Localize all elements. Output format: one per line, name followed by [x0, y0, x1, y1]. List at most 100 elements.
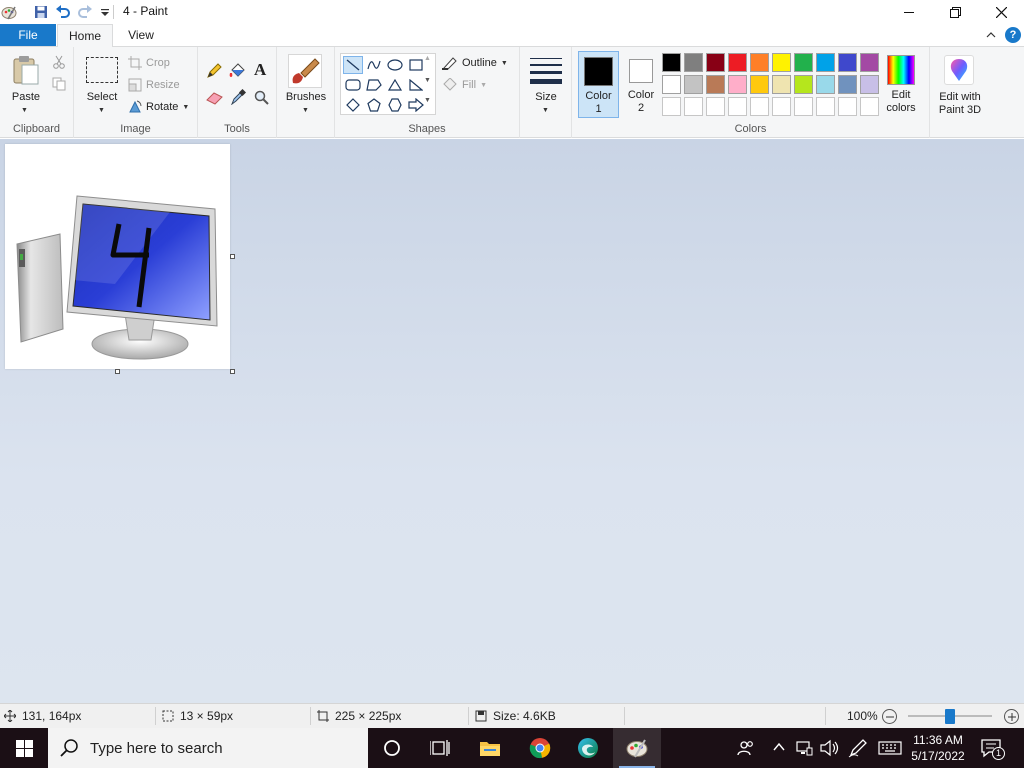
paint-taskbar-icon[interactable]	[613, 728, 661, 768]
shapes-expand-icon[interactable]: ▼	[424, 97, 431, 104]
canvas-resize-handle-corner[interactable]	[230, 369, 235, 374]
pen-workspace-icon[interactable]	[848, 738, 868, 761]
size-dropdown-icon[interactable]: ▼	[542, 107, 549, 114]
rotate-button[interactable]: Rotate ▼	[128, 100, 189, 114]
palette-color-swatch[interactable]	[706, 75, 725, 94]
palette-color-swatch[interactable]	[860, 75, 879, 94]
paint3d-label-2[interactable]: Paint 3D	[930, 104, 990, 117]
right-triangle-shape-icon[interactable]	[406, 76, 426, 94]
pencil-icon[interactable]	[206, 63, 222, 82]
shapes-scroll-down-icon[interactable]: ▼	[424, 77, 431, 84]
curve-shape-icon[interactable]	[364, 56, 384, 74]
fill-button[interactable]: Fill ▼	[442, 78, 487, 92]
palette-color-swatch[interactable]	[838, 75, 857, 94]
chrome-icon[interactable]	[516, 728, 564, 768]
triangle-shape-icon[interactable]	[385, 76, 405, 94]
custom-color-slot[interactable]	[816, 97, 835, 116]
close-button[interactable]	[978, 0, 1024, 24]
select-icon[interactable]	[86, 57, 118, 83]
line-shape-icon[interactable]	[343, 56, 363, 74]
paint3d-icon[interactable]	[944, 55, 974, 85]
palette-color-swatch[interactable]	[816, 75, 835, 94]
custom-color-slot[interactable]	[860, 97, 879, 116]
custom-color-slot[interactable]	[728, 97, 747, 116]
edge-icon[interactable]	[564, 728, 612, 768]
polygon-shape-icon[interactable]	[364, 76, 384, 94]
collapse-ribbon-icon[interactable]	[984, 28, 998, 42]
outline-button[interactable]: Outline ▼	[442, 56, 508, 70]
palette-color-swatch[interactable]	[794, 75, 813, 94]
drawing-canvas[interactable]	[5, 144, 230, 369]
volume-icon[interactable]	[820, 739, 840, 760]
customize-quick-access-icon[interactable]	[96, 3, 114, 21]
file-explorer-icon[interactable]	[466, 728, 514, 768]
start-button[interactable]	[0, 728, 48, 768]
cut-icon[interactable]	[52, 55, 66, 72]
taskbar-search-box[interactable]: Type here to search	[48, 728, 368, 768]
custom-color-slot[interactable]	[750, 97, 769, 116]
diamond-shape-icon[interactable]	[343, 96, 363, 114]
brushes-icon[interactable]	[288, 54, 322, 88]
custom-color-slot[interactable]	[772, 97, 791, 116]
size-icon[interactable]	[530, 56, 562, 86]
action-center-button[interactable]: 1	[980, 738, 1006, 760]
custom-color-slot[interactable]	[794, 97, 813, 116]
task-view-icon[interactable]	[416, 728, 464, 768]
clock[interactable]: 11:36 AM 5/17/2022	[906, 732, 970, 764]
pentagon-shape-icon[interactable]	[364, 96, 384, 114]
size-button[interactable]: Size	[524, 91, 568, 104]
paint-app-icon[interactable]	[0, 3, 18, 21]
palette-color-swatch[interactable]	[728, 53, 747, 72]
custom-color-slot[interactable]	[706, 97, 725, 116]
tab-view[interactable]: View	[118, 24, 164, 46]
crop-button[interactable]: Crop	[128, 56, 170, 70]
zoom-slider-thumb[interactable]	[945, 709, 955, 724]
custom-color-slot[interactable]	[684, 97, 703, 116]
paint3d-label-1[interactable]: Edit with	[930, 91, 990, 104]
select-dropdown-icon[interactable]: ▼	[98, 107, 105, 114]
redo-icon[interactable]	[76, 3, 94, 21]
show-hidden-icons-icon[interactable]	[772, 740, 786, 757]
palette-color-swatch[interactable]	[706, 53, 725, 72]
people-icon[interactable]	[722, 728, 770, 768]
custom-color-slot[interactable]	[662, 97, 681, 116]
arrow-shape-icon[interactable]	[406, 96, 426, 114]
cortana-icon[interactable]	[368, 728, 416, 768]
palette-color-swatch[interactable]	[728, 75, 747, 94]
canvas-workspace[interactable]	[0, 139, 1024, 703]
palette-color-swatch[interactable]	[750, 75, 769, 94]
palette-color-swatch[interactable]	[750, 53, 769, 72]
palette-color-swatch[interactable]	[662, 53, 681, 72]
paste-button[interactable]: Paste	[6, 91, 46, 104]
color-picker-icon[interactable]	[230, 88, 247, 108]
color2-button[interactable]: Color 2	[622, 51, 660, 118]
brushes-button[interactable]: Brushes	[279, 91, 333, 104]
select-button[interactable]: Select	[80, 91, 124, 104]
canvas-resize-handle-bottom[interactable]	[115, 369, 120, 374]
fill-bucket-icon[interactable]	[229, 63, 246, 82]
save-icon[interactable]	[32, 3, 50, 21]
paste-icon[interactable]	[12, 55, 40, 85]
shapes-scroll-up-icon[interactable]: ▲	[424, 55, 431, 62]
palette-color-swatch[interactable]	[816, 53, 835, 72]
color1-button[interactable]: Color 1	[578, 51, 619, 118]
eraser-icon[interactable]	[206, 91, 223, 108]
resize-button[interactable]: Resize	[128, 78, 180, 92]
palette-color-swatch[interactable]	[684, 53, 703, 72]
help-icon[interactable]: ?	[1005, 27, 1021, 43]
paste-dropdown-icon[interactable]: ▼	[21, 107, 28, 114]
tab-home[interactable]: Home	[57, 24, 113, 47]
magnifier-icon[interactable]	[254, 90, 269, 108]
zoom-in-icon[interactable]	[1004, 709, 1019, 724]
palette-color-swatch[interactable]	[684, 75, 703, 94]
tab-file[interactable]: File	[0, 24, 56, 46]
palette-color-swatch[interactable]	[860, 53, 879, 72]
restore-button[interactable]	[932, 0, 978, 24]
brushes-dropdown-icon[interactable]: ▼	[302, 107, 309, 114]
network-icon[interactable]	[795, 740, 813, 759]
custom-color-slot[interactable]	[838, 97, 857, 116]
oval-shape-icon[interactable]	[385, 56, 405, 74]
undo-icon[interactable]	[54, 3, 72, 21]
edit-colors-button[interactable]: Edit colors	[885, 53, 925, 117]
hexagon-shape-icon[interactable]	[385, 96, 405, 114]
